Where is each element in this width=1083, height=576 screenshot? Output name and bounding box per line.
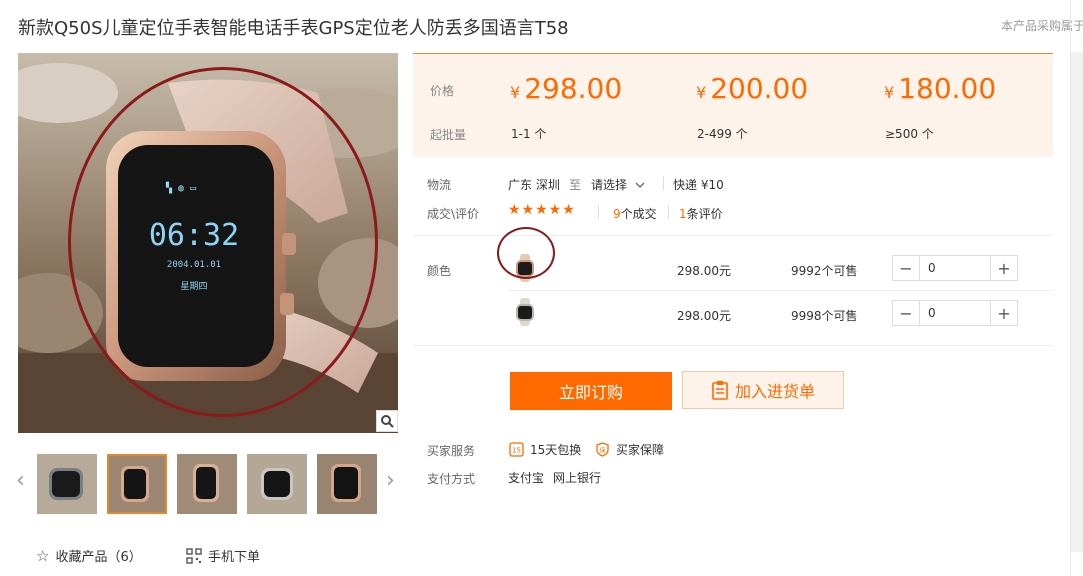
product-title: 新款Q50S儿童定位手表智能电话手表GPS定位老人防丢多国语言T58 <box>18 18 569 39</box>
thumb-image <box>177 454 237 514</box>
sku-1-price: 298.00元 <box>677 264 731 278</box>
plus-button[interactable]: + <box>991 301 1017 325</box>
sku-2-image[interactable] <box>510 297 540 327</box>
tier-3-qty: ≥500 个 <box>885 127 934 141</box>
batch-label: 起批量 <box>430 128 467 142</box>
payment-alipay: 支付宝 <box>508 471 545 485</box>
deal-count-link[interactable]: 9个成交 <box>613 205 657 222</box>
thumb-next-arrow[interactable]: › <box>386 468 395 493</box>
ship-to-word: 至 <box>569 178 582 192</box>
service-guarantee[interactable]: 保 买家保障 <box>595 441 664 458</box>
deal-count: 9 <box>613 207 621 221</box>
chevron-down-icon <box>635 182 645 188</box>
thumbnail-3[interactable] <box>177 454 237 514</box>
minus-button[interactable]: − <box>893 256 919 280</box>
logistics-label: 物流 <box>427 178 452 192</box>
sku-2-stock: 9998个可售 <box>791 309 858 323</box>
svg-text:15: 15 <box>512 447 521 455</box>
price-value: 298.00 <box>524 72 623 105</box>
price-tier-2: ¥ 200.00 <box>696 72 808 105</box>
plus-button[interactable]: + <box>991 256 1017 280</box>
price-tier-1: ¥ 298.00 <box>510 72 622 105</box>
thumbnail-1[interactable] <box>37 454 97 514</box>
mobile-order-button[interactable]: 手机下单 <box>186 546 260 565</box>
review-count: 1 <box>679 207 687 221</box>
thumb-image <box>109 456 165 512</box>
destination-select[interactable]: 请选择 <box>591 176 645 193</box>
zoom-button[interactable] <box>376 410 398 432</box>
service-guarantee-label: 买家保障 <box>616 443 665 457</box>
add-to-cart-label: 加入进货单 <box>734 382 815 401</box>
mobile-order-label: 手机下单 <box>208 550 261 565</box>
favorite-button[interactable]: ☆ 收藏产品（6） <box>36 546 142 566</box>
divider <box>413 345 1053 346</box>
payment-online-bank: 网上银行 <box>553 471 602 485</box>
clipboard-icon <box>712 381 728 400</box>
destination-select-label: 请选择 <box>591 178 628 192</box>
add-to-cart-button[interactable]: 加入进货单 <box>682 371 844 409</box>
ship-from: 广东 深圳 <box>508 178 560 192</box>
tier-1-qty: 1-1 个 <box>511 127 547 141</box>
thumbnail-5[interactable] <box>317 454 377 514</box>
annotation-circle-sku <box>497 227 555 279</box>
quantity-input[interactable]: 0 <box>919 256 991 280</box>
currency-symbol: ¥ <box>510 83 521 102</box>
qr-code-icon <box>186 547 202 564</box>
service-exchange[interactable]: 15 15天包换 <box>509 441 581 458</box>
sku-1-stock: 9992个可售 <box>791 264 858 278</box>
currency-symbol: ¥ <box>884 83 895 102</box>
quantity-input[interactable]: 0 <box>919 301 991 325</box>
thumbnail-2[interactable] <box>107 454 167 514</box>
favorite-label: 收藏产品（6） <box>55 550 142 565</box>
separator <box>668 205 669 219</box>
sku-2-quantity-stepper[interactable]: − 0 + <box>892 300 1018 326</box>
svg-text:保: 保 <box>599 447 605 455</box>
scrollbar[interactable] <box>1071 52 1083 552</box>
payment-label: 支付方式 <box>427 472 476 486</box>
star-outline-icon: ☆ <box>36 546 50 565</box>
thumb-image <box>317 454 377 514</box>
thumb-image <box>37 454 97 514</box>
sku-2-price: 298.00元 <box>677 309 731 323</box>
thumbnail-4[interactable] <box>247 454 307 514</box>
price-value: 200.00 <box>710 72 809 105</box>
price-value: 180.00 <box>898 72 997 105</box>
rating-stars-icon: ★★★★★ <box>508 202 576 218</box>
tier-2-qty: 2-499 个 <box>697 127 748 141</box>
sku-1-quantity-stepper[interactable]: − 0 + <box>892 255 1018 281</box>
separator <box>663 176 664 190</box>
deal-count-suffix: 个成交 <box>620 207 657 221</box>
annotation-circle-main <box>68 67 378 417</box>
price-label: 价格 <box>430 84 455 98</box>
watch-silver-thumb <box>510 297 540 327</box>
price-tier-3: ¥ 180.00 <box>884 72 996 105</box>
fifteen-day-icon: 15 <box>509 442 524 457</box>
buy-now-button[interactable]: 立即订购 <box>510 372 672 410</box>
deals-label: 成交\评价 <box>427 207 480 221</box>
minus-button[interactable]: − <box>893 301 919 325</box>
currency-symbol: ¥ <box>696 83 707 102</box>
review-count-link[interactable]: 1条评价 <box>679 205 723 222</box>
color-label: 颜色 <box>427 264 452 278</box>
thumb-prev-arrow[interactable]: ‹ <box>16 468 25 493</box>
service-exchange-label: 15天包换 <box>530 443 582 457</box>
separator <box>598 205 599 219</box>
thumb-image <box>247 454 307 514</box>
divider <box>508 290 1053 291</box>
review-count-suffix: 条评价 <box>686 207 723 221</box>
service-label: 买家服务 <box>427 444 476 458</box>
shield-icon: 保 <box>596 442 609 457</box>
magnifier-icon <box>381 415 394 428</box>
express-fee: 快递 ¥10 <box>673 178 724 192</box>
